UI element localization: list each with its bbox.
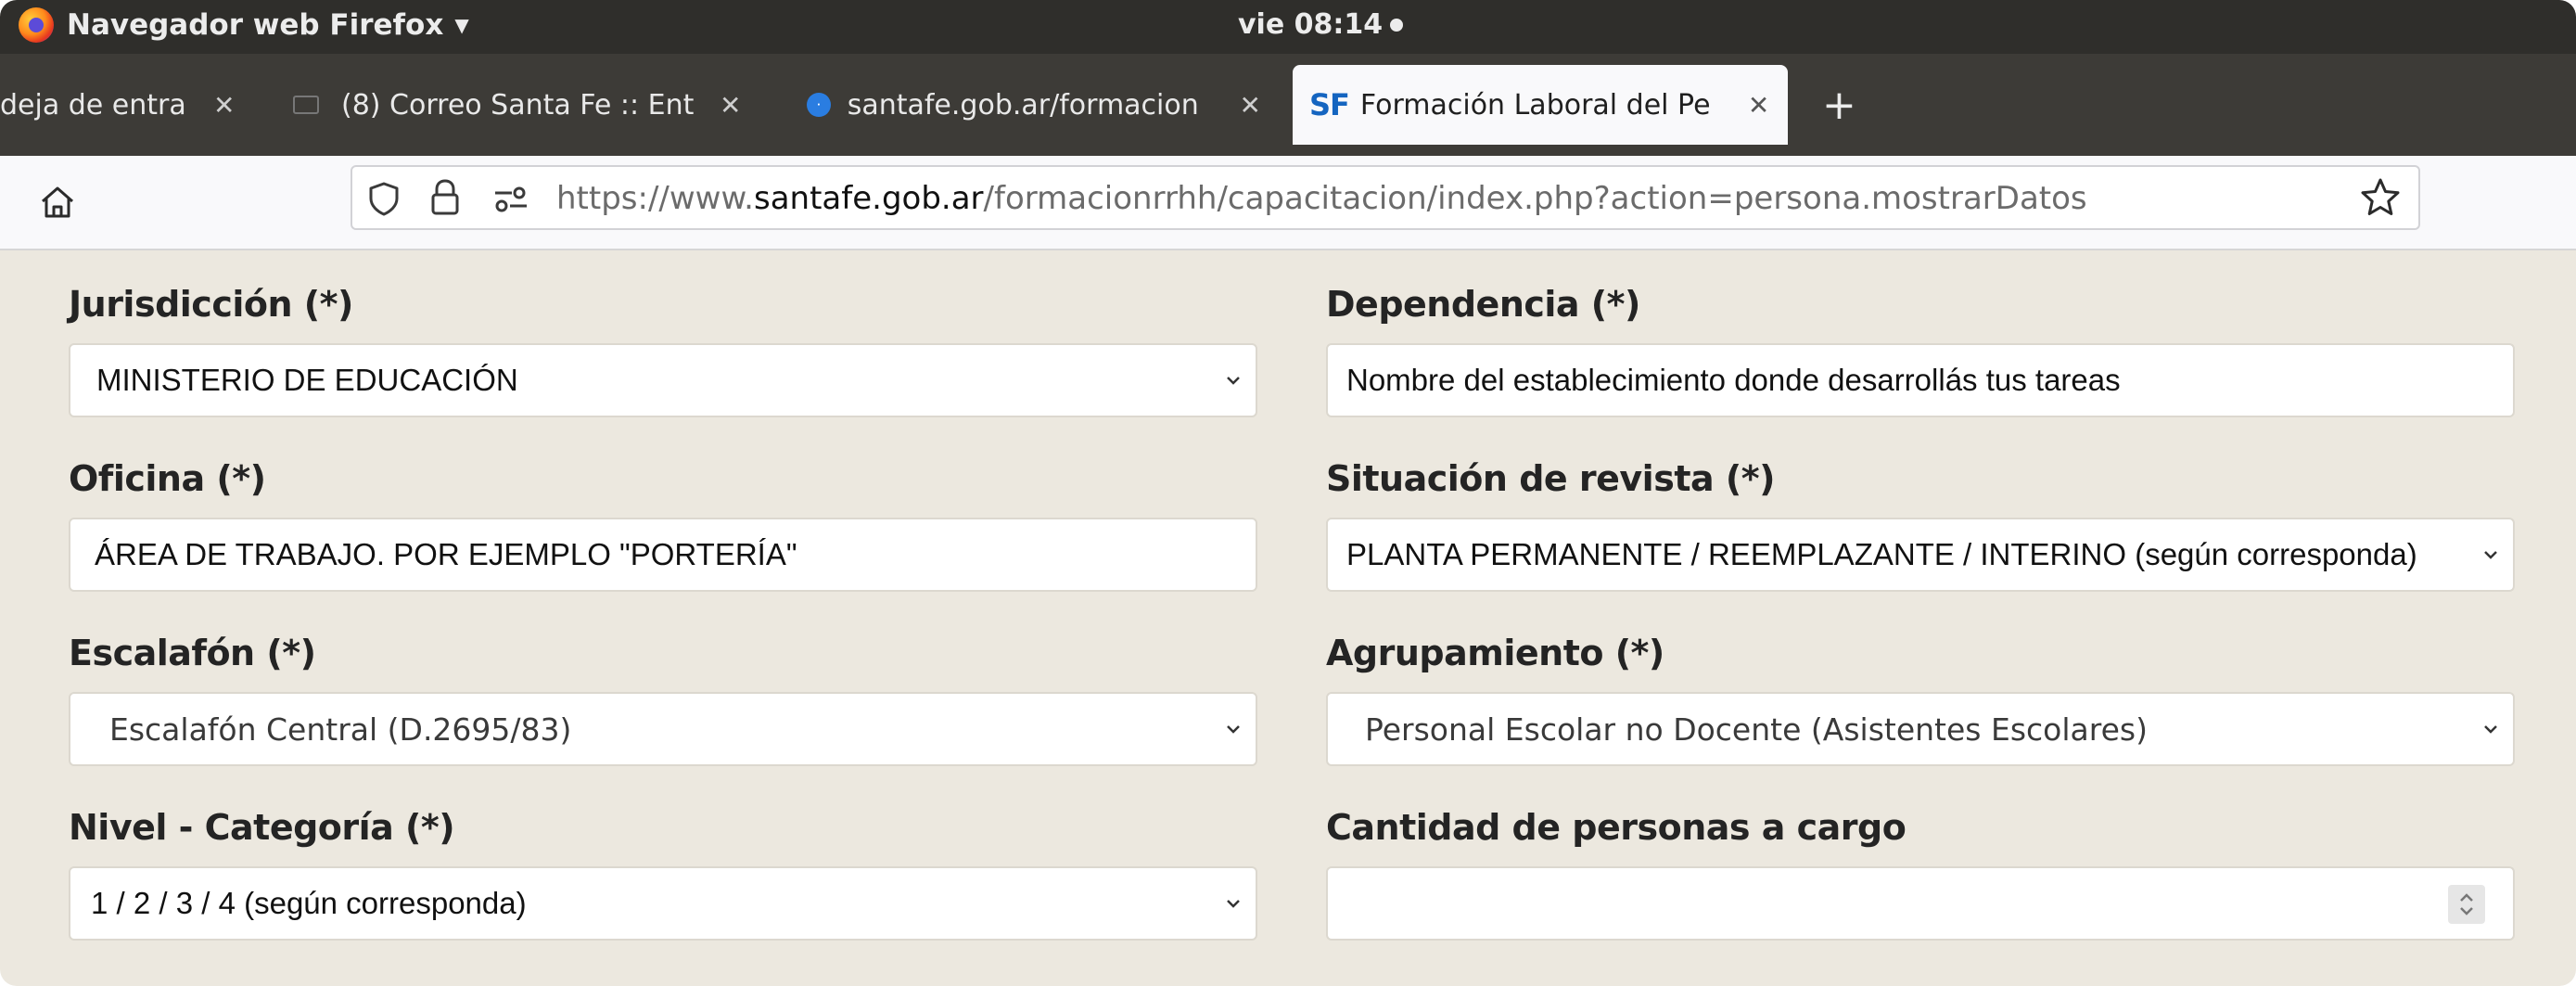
situacion-value: PLANTA PERMANENTE / REEMPLAZANTE / INTER…	[1346, 537, 2417, 571]
chevron-down-icon	[1227, 725, 1240, 734]
chevron-down-icon	[2484, 725, 2497, 734]
shield-icon[interactable]	[365, 180, 402, 217]
notification-dot-icon	[1390, 18, 1404, 32]
mail-icon	[293, 96, 319, 114]
clock-text: vie 08:14	[1238, 8, 1384, 41]
dependencia-value: Nombre del establecimiento donde desarro…	[1346, 363, 2121, 397]
bookmark-star-icon[interactable]	[2359, 176, 2402, 219]
close-icon[interactable]: ✕	[1240, 90, 1261, 121]
firefox-logo-icon	[19, 7, 54, 43]
escalafon-select[interactable]: Escalafón Central (D.2695/83)	[69, 692, 1257, 766]
tab-inbox[interactable]: deja de entra ✕	[0, 65, 243, 145]
tab-label: santafe.gob.ar/formacion	[847, 88, 1199, 122]
personas-cargo-number-input[interactable]	[1326, 866, 2515, 941]
agrupamiento-select[interactable]: Personal Escolar no Docente (Asistentes …	[1326, 692, 2515, 766]
sf-favicon-icon: SF	[1309, 87, 1350, 122]
jurisdiccion-label: Jurisdicción (*)	[69, 284, 353, 325]
nivel-value: 1 / 2 / 3 / 4 (según corresponda)	[91, 886, 527, 920]
url-prefix: https://www.	[556, 180, 754, 217]
situacion-select[interactable]: PLANTA PERMANENTE / REEMPLAZANTE / INTER…	[1326, 518, 2515, 592]
tab-formacion-laboral[interactable]: SF Formación Laboral del Pe ✕	[1293, 65, 1788, 145]
caret-down-icon: ▼	[454, 14, 469, 36]
jurisdiccion-select[interactable]: MINISTERIO DE EDUCACIÓN	[69, 343, 1257, 417]
tab-santafe-formacion[interactable]: · santafe.gob.ar/formacion ✕	[807, 65, 1261, 145]
jurisdiccion-value: MINISTERIO DE EDUCACIÓN	[96, 363, 518, 397]
clock[interactable]: vie 08:14	[1238, 8, 1404, 41]
escalafon-value: Escalafón Central (D.2695/83)	[109, 711, 572, 748]
nivel-label: Nivel - Categoría (*)	[69, 807, 455, 848]
agrupamiento-label: Agrupamiento (*)	[1326, 633, 1664, 673]
escalafon-label: Escalafón (*)	[69, 633, 316, 673]
lock-icon[interactable]	[428, 178, 462, 217]
close-icon[interactable]: ✕	[1748, 90, 1769, 121]
browser-window: Navegador web Firefox ▼ vie 08:14 deja d…	[0, 0, 2576, 986]
close-icon[interactable]: ✕	[720, 90, 741, 121]
persona-data-form: Jurisdicción (*) MINISTERIO DE EDUCACIÓN…	[0, 250, 2576, 986]
site-favicon-icon: ·	[807, 93, 831, 117]
chevron-down-icon	[2484, 551, 2497, 559]
oficina-value: ÁREA DE TRABAJO. POR EJEMPLO "PORTERÍA"	[95, 537, 797, 571]
nivel-select[interactable]: 1 / 2 / 3 / 4 (según corresponda)	[69, 866, 1257, 941]
number-spinner[interactable]	[2448, 885, 2485, 924]
close-icon[interactable]: ✕	[213, 90, 235, 121]
dependencia-label: Dependencia (*)	[1326, 284, 1640, 325]
url-host: santafe.gob.ar	[753, 180, 984, 217]
personas-cargo-label: Cantidad de personas a cargo	[1326, 807, 1906, 848]
oficina-label: Oficina (*)	[69, 458, 266, 499]
tab-label: deja de entra	[0, 88, 186, 122]
system-top-bar: Navegador web Firefox ▼ vie 08:14	[0, 0, 2576, 54]
tab-strip: deja de entra ✕ (8) Correo Santa Fe :: E…	[0, 54, 2576, 156]
chevron-down-icon	[1227, 377, 1240, 385]
tab-label: Formación Laboral del Pe	[1359, 88, 1711, 122]
address-bar[interactable]: https://www.santafe.gob.ar/formacionrrhh…	[351, 165, 2420, 230]
nav-toolbar: https://www.santafe.gob.ar/formacionrrhh…	[0, 156, 2576, 250]
url-path: /formacionrrhh/capacitacion/index.php?ac…	[983, 180, 2087, 217]
app-menu-label: Navegador web Firefox	[67, 8, 444, 42]
app-menu[interactable]: Navegador web Firefox ▼	[19, 7, 469, 43]
permissions-icon[interactable]	[493, 186, 529, 213]
url-text[interactable]: https://www.santafe.gob.ar/formacionrrhh…	[556, 180, 2087, 217]
tab-label: (8) Correo Santa Fe :: Ent	[341, 88, 695, 122]
home-icon[interactable]	[37, 182, 78, 223]
oficina-input[interactable]: ÁREA DE TRABAJO. POR EJEMPLO "PORTERÍA"	[69, 518, 1257, 592]
spinner-arrows-icon	[2460, 893, 2473, 916]
new-tab-button[interactable]: +	[1822, 85, 1856, 126]
tab-correo[interactable]: (8) Correo Santa Fe :: Ent ✕	[293, 65, 757, 145]
dependencia-input[interactable]: Nombre del establecimiento donde desarro…	[1326, 343, 2515, 417]
agrupamiento-value: Personal Escolar no Docente (Asistentes …	[1365, 711, 2148, 748]
situacion-label: Situación de revista (*)	[1326, 458, 1775, 499]
chevron-down-icon	[1227, 900, 1240, 908]
